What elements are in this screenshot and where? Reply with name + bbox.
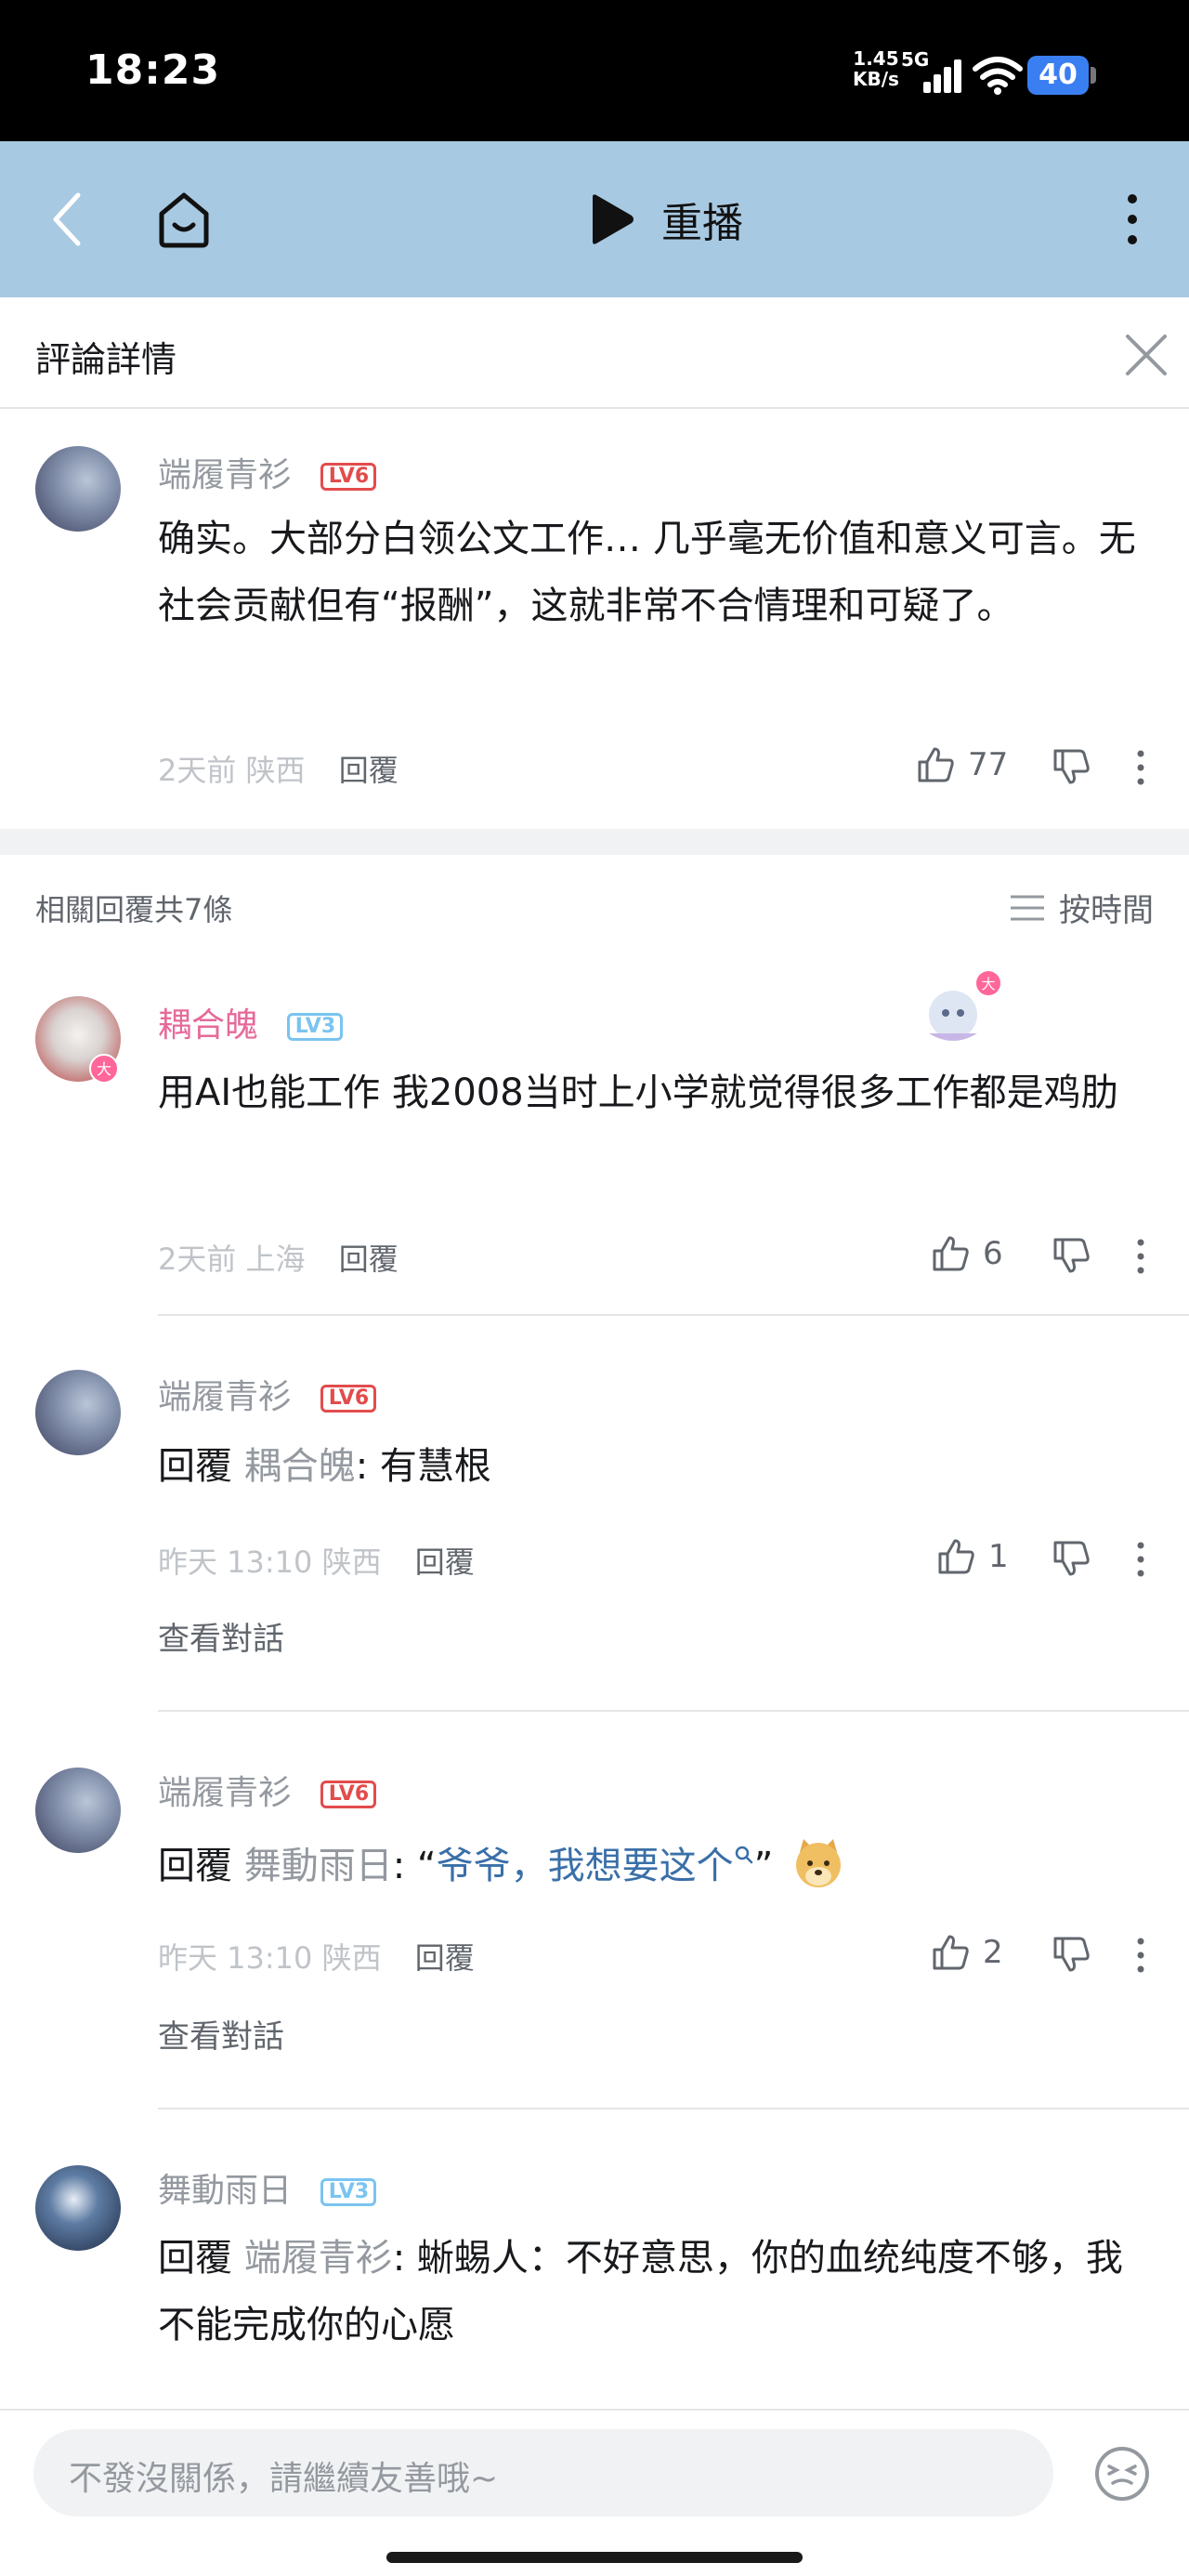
comment-text: 回覆 耦合魄: 有慧根 (158, 1445, 491, 1488)
emoji-icon[interactable] (1092, 2444, 1152, 2504)
reply-item: 端履青衫 LV6 回覆 舞動雨日: “爷爷，我想要这个” 昨天 13:10 陕西… (0, 1712, 1189, 2109)
comment-time: 2天前 (158, 1242, 237, 1277)
username[interactable]: 端履青衫 LV6 (158, 448, 377, 496)
thumbs-down-icon[interactable] (1050, 745, 1092, 788)
comment-text: 回覆 端履青衫: 蜥蜴人：不好意思，你的血统纯度不够，我不能完成你的心愿 (158, 2237, 1123, 2346)
signal-icon (920, 56, 961, 93)
level-badge: LV6 (320, 463, 377, 491)
like-count: 1 (988, 1538, 1009, 1575)
more-options-icon[interactable] (1135, 1238, 1146, 1275)
comment-detail-header: 評論詳情 (0, 297, 1189, 409)
avatar[interactable] (35, 2165, 121, 2251)
close-icon[interactable] (1120, 329, 1172, 381)
search-link[interactable]: 爷爷，我想要这个 (437, 1845, 734, 1887)
view-conversation-link[interactable]: 查看對話 (158, 1613, 284, 1659)
view-conversation-link[interactable]: 查看對話 (158, 2011, 284, 2057)
thumbs-up-icon (938, 1539, 974, 1574)
replay-button[interactable]: 重播 (585, 190, 743, 249)
like-count: 77 (968, 746, 1009, 783)
replies-header: 相關回覆共7條 按時間 (0, 855, 1189, 957)
search-icon[interactable] (734, 1845, 754, 1865)
more-options-icon[interactable] (1135, 1541, 1146, 1578)
reply-to-user[interactable]: 舞動雨日 (244, 1845, 393, 1887)
comment-input-bar: 不發沒關係，請繼續友善哦~ (0, 2409, 1189, 2576)
thumbs-down-icon[interactable] (1050, 1933, 1092, 1976)
reply-item: 舞動雨日 LV3 回覆 端履青衫: 蜥蜴人：不好意思，你的血统纯度不够，我不能完… (0, 2109, 1189, 2409)
top-nav-bar: 重播 (0, 141, 1189, 297)
comment-time: 昨天 13:10 (158, 1544, 313, 1580)
replay-label: 重播 (661, 200, 743, 247)
thumbs-up-icon (933, 1236, 969, 1271)
comment-text: 用AI也能工作 我2008当时上小学就觉得很多工作都是鸡肋 (158, 1071, 1118, 1114)
doge-emoji-icon (796, 1839, 842, 1887)
more-options-icon[interactable] (1135, 749, 1146, 786)
input-placeholder: 不發沒關係，請繼續友善哦~ (69, 2460, 499, 2498)
network-speed: 1.45 KB/s (853, 47, 899, 90)
level-badge: LV6 (320, 1781, 377, 1808)
comment-location: 陕西 (321, 1940, 382, 1976)
comment-text: 确实。大部分白领公文工作… 几乎毫无价值和意义可言。无社会贡献但有“报酬”，这就… (158, 518, 1136, 627)
like-button[interactable]: 1 (934, 1535, 1009, 1578)
comment-text: 回覆 舞動雨日: “爷爷，我想要这个” (158, 1833, 1152, 1899)
avatar[interactable] (35, 1768, 121, 1853)
level-badge: LV3 (320, 2178, 377, 2206)
like-count: 2 (983, 1934, 1003, 1971)
reply-button[interactable]: 回覆 (339, 1242, 399, 1277)
comment-location: 上海 (245, 1242, 306, 1277)
more-vertical-icon[interactable] (1118, 190, 1146, 249)
username[interactable]: 耦合魄 LV3 (158, 998, 344, 1046)
page-title: 評論詳情 (35, 339, 177, 380)
comment-time: 2天前 (158, 753, 237, 788)
like-button[interactable]: 2 (929, 1931, 1003, 1974)
comment-location: 陕西 (321, 1544, 382, 1580)
home-icon[interactable] (152, 186, 216, 253)
avatar[interactable] (35, 1370, 121, 1455)
comment-meta: 2天前 陕西 回覆 (158, 747, 399, 790)
svg-text:大: 大 (97, 1060, 111, 1078)
replies-count: 相關回覆共7條 (35, 892, 233, 927)
play-icon (593, 194, 634, 244)
comment-meta: 昨天 13:10 陕西 回覆 (158, 1935, 475, 1978)
thumbs-down-icon[interactable] (1050, 1537, 1092, 1580)
comment-time: 昨天 13:10 (158, 1940, 313, 1976)
level-badge: LV3 (287, 1013, 344, 1041)
username[interactable]: 端履青衫 LV6 (158, 1766, 377, 1814)
reply-item: 端履青衫 LV6 回覆 耦合魄: 有慧根 昨天 13:10 陕西 回覆 1 查看… (0, 1316, 1189, 1712)
avatar[interactable] (35, 446, 121, 532)
comment-meta: 昨天 13:10 陕西 回覆 (158, 1539, 475, 1582)
username[interactable]: 舞動雨日 LV3 (158, 2163, 377, 2212)
status-bar: 18:23 1.45 KB/s 5G 40 (0, 0, 1189, 141)
more-options-icon[interactable] (1135, 1937, 1146, 1974)
back-icon[interactable] (41, 186, 97, 253)
reply-button[interactable]: 回覆 (415, 1940, 475, 1976)
reply-to-user[interactable]: 耦合魄 (244, 1445, 356, 1488)
thumbs-up-icon (933, 1935, 969, 1970)
thumbs-down-icon[interactable] (1050, 1234, 1092, 1277)
comment-meta: 2天前 上海 回覆 (158, 1236, 399, 1279)
like-count: 6 (983, 1235, 1003, 1272)
home-indicator (386, 2552, 803, 2563)
reply-button[interactable]: 回覆 (339, 753, 399, 788)
badge-icon: 大 (89, 1054, 119, 1084)
reply-button[interactable]: 回覆 (415, 1544, 475, 1580)
thumbs-up-icon (918, 747, 954, 782)
reply-item: 大 耦合魄 LV3 大 用AI也能工作 我2008当时上小学就觉得很多工作都是鸡… (0, 957, 1189, 1316)
svg-text:大: 大 (981, 976, 995, 992)
status-time: 18:23 (85, 46, 221, 94)
username[interactable]: 端履青衫 LV6 (158, 1370, 377, 1418)
comment-input[interactable]: 不發沒關係，請繼續友善哦~ (33, 2429, 1053, 2517)
section-divider (0, 829, 1189, 855)
wifi-icon (973, 57, 1023, 95)
main-comment: 端履青衫 LV6 确实。大部分白领公文工作… 几乎毫无价值和意义可言。无社会贡献… (0, 409, 1189, 829)
list-sort-icon (1011, 895, 1044, 920)
level-badge: LV6 (320, 1385, 377, 1413)
sort-button[interactable]: 按時間 (1009, 885, 1154, 930)
like-button[interactable]: 6 (929, 1232, 1003, 1275)
decoration-sticker-icon: 大 (916, 968, 1005, 1048)
like-button[interactable]: 77 (914, 743, 1008, 786)
battery-icon: 40 (1027, 56, 1096, 95)
comment-location: 陕西 (245, 753, 306, 788)
reply-to-user[interactable]: 端履青衫 (244, 2237, 393, 2280)
